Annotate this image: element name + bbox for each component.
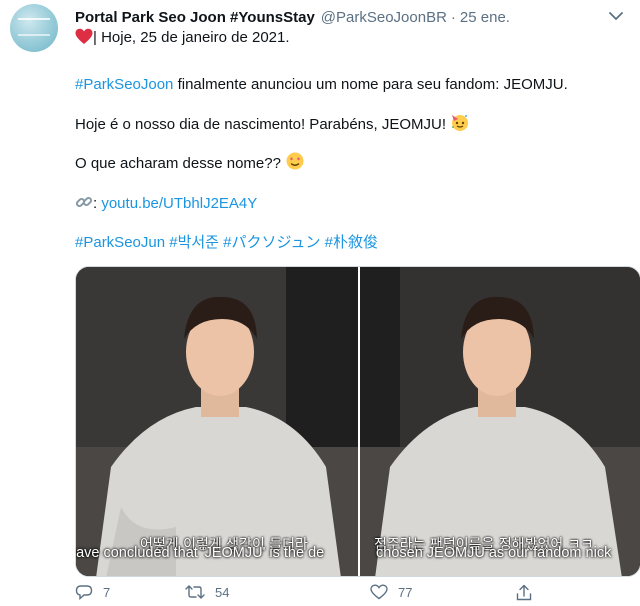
tweet[interactable]: Portal Park Seo Joon #YounsStay @ParkSeo… (0, 0, 640, 606)
announcement-text: finalmente anunciou um nome para seu fan… (173, 76, 568, 93)
video-subtitles: 어떻게 이렇게 생각이 들더라 have concluded that 'JEO… (76, 531, 640, 561)
reply-count: 7 (103, 584, 111, 600)
hashtag-japanese[interactable]: #パクソジュン (223, 234, 320, 251)
subtitle-english-left: have concluded that 'JEOMJU' is the de (75, 545, 325, 561)
birthday-text: Hoje é o nosso dia de nascimento! Parabé… (75, 116, 451, 133)
hashtag-korean[interactable]: #박서준 (169, 234, 219, 251)
retweet-button[interactable]: 54 (185, 584, 229, 600)
hashtag-chinese[interactable]: #朴敘俊 (325, 234, 378, 251)
date-text: | Hoje, 25 de janeiro de 2021. (93, 29, 290, 46)
like-count: 77 (398, 584, 413, 600)
retweet-icon (185, 585, 205, 599)
user-handle[interactable]: @ParkSeoJoonBR (321, 9, 447, 26)
avatar[interactable] (10, 4, 58, 52)
reply-button[interactable]: 7 (75, 584, 110, 600)
retweet-count: 54 (215, 584, 230, 600)
display-name[interactable]: Portal Park Seo Joon #YounsStay (75, 9, 315, 26)
youtube-link[interactable]: youtu.be/UTbhlJ2EA4Y (101, 195, 257, 212)
more-options-icon[interactable] (606, 8, 626, 24)
tweet-line-birthday: Hoje é o nosso dia de nascimento! Parabé… (75, 112, 470, 135)
like-button[interactable]: 77 (370, 584, 412, 600)
tweet-line-question: O que acharam desse nome?? (75, 151, 305, 174)
share-button[interactable] (515, 584, 533, 602)
separator-dot: · (450, 8, 456, 26)
link-emoji-icon (75, 196, 93, 208)
party-face-emoji-icon (452, 115, 469, 131)
hashtag-parkseojun[interactable]: #ParkSeoJun (75, 234, 165, 251)
tweet-header: Portal Park Seo Joon #YounsStay @ParkSeo… (75, 6, 610, 28)
tweet-timestamp[interactable]: 25 ene. (460, 9, 510, 26)
tweet-actions: 7 54 77 (75, 584, 555, 606)
hashtag-link[interactable]: #ParkSeoJoon (75, 76, 173, 93)
tweet-line-link: : youtu.be/UTbhlJ2EA4Y (75, 193, 257, 214)
tweet-line-announcement: #ParkSeoJoon finalmente anunciou um nome… (75, 75, 568, 95)
heart-emoji-icon (75, 28, 93, 44)
question-text: O que acharam desse nome?? (75, 155, 286, 172)
reply-icon (75, 585, 93, 600)
share-icon (516, 584, 532, 601)
media-preview[interactable]: 어떻게 이렇게 생각이 들더라 have concluded that 'JEO… (75, 266, 640, 577)
tweet-line-hashtags: #ParkSeoJun #박서준 #パクソジュン #朴敘俊 (75, 233, 378, 253)
like-heart-icon (370, 584, 388, 600)
tweet-line-date: | Hoje, 25 de janeiro de 2021. (75, 28, 290, 48)
subtitle-english-right: chosen JEOMJU as our fandom nick (376, 545, 612, 561)
star-struck-face-emoji-icon (286, 152, 304, 170)
